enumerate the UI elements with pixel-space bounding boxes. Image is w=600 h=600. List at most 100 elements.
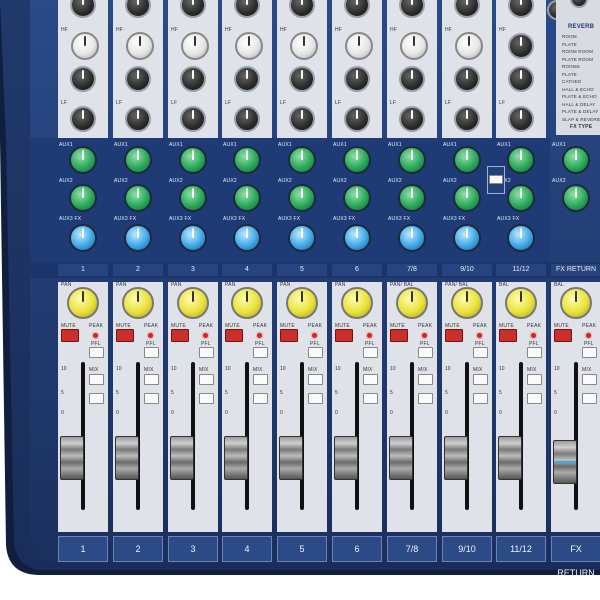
pan-knob[interactable] [505, 287, 537, 319]
mid-freq-knob[interactable] [181, 32, 209, 60]
pan-knob[interactable] [122, 287, 154, 319]
aux2-knob[interactable] [507, 184, 535, 212]
mid-freq-knob[interactable] [400, 32, 428, 60]
mute-button[interactable] [171, 329, 189, 342]
pan-knob[interactable] [177, 287, 209, 319]
pfl-button[interactable] [308, 347, 323, 358]
channel-fader[interactable] [389, 436, 413, 480]
mute-button[interactable] [554, 329, 572, 342]
mute-button[interactable] [225, 329, 243, 342]
aux1-knob[interactable] [233, 146, 261, 174]
aux1-knob[interactable] [179, 146, 207, 174]
mid-knob[interactable] [454, 66, 480, 92]
mute-button[interactable] [390, 329, 408, 342]
mute-button[interactable] [280, 329, 298, 342]
mix-button[interactable] [527, 374, 542, 385]
lf-knob[interactable] [125, 106, 151, 132]
mix-button[interactable] [363, 374, 378, 385]
lf-knob[interactable] [234, 106, 260, 132]
mute-button[interactable] [116, 329, 134, 342]
pfl-button[interactable] [582, 347, 597, 358]
pfl-button[interactable] [199, 347, 214, 358]
aux1-knob[interactable] [398, 146, 426, 174]
mid-knob[interactable] [289, 66, 315, 92]
mid-freq-knob[interactable] [290, 32, 318, 60]
mix-button[interactable] [89, 374, 104, 385]
mix-button[interactable] [144, 374, 159, 385]
pan-knob[interactable] [396, 287, 428, 319]
mid-knob[interactable] [70, 66, 96, 92]
aux2-knob[interactable] [124, 184, 152, 212]
mix-button[interactable] [582, 374, 597, 385]
subgroup-button[interactable] [418, 393, 433, 404]
mid-knob[interactable] [399, 66, 425, 92]
aux2-knob[interactable] [562, 184, 590, 212]
aux3-fx-knob[interactable] [288, 224, 316, 252]
mid-knob[interactable] [508, 66, 534, 92]
mid-freq-knob[interactable] [126, 32, 154, 60]
pfl-button[interactable] [363, 347, 378, 358]
channel-fader[interactable] [498, 436, 522, 480]
aux2-knob[interactable] [453, 184, 481, 212]
aux3-fx-knob[interactable] [507, 224, 535, 252]
aux1-knob[interactable] [507, 146, 535, 174]
mid-freq-knob[interactable] [71, 32, 99, 60]
lf-knob[interactable] [344, 106, 370, 132]
channel-fader[interactable] [279, 436, 303, 480]
pan-knob[interactable] [286, 287, 318, 319]
pan-knob[interactable] [341, 287, 373, 319]
mid-knob[interactable] [234, 66, 260, 92]
pfl-button[interactable] [253, 347, 268, 358]
channel-fader[interactable] [115, 436, 139, 480]
routing-button[interactable] [489, 175, 503, 184]
pfl-button[interactable] [473, 347, 488, 358]
aux2-knob[interactable] [179, 184, 207, 212]
aux2-knob[interactable] [233, 184, 261, 212]
subgroup-button[interactable] [199, 393, 214, 404]
mute-button[interactable] [445, 329, 463, 342]
mix-button[interactable] [253, 374, 268, 385]
mid-freq-knob[interactable] [235, 32, 263, 60]
aux1-knob[interactable] [69, 146, 97, 174]
subgroup-button[interactable] [144, 393, 159, 404]
lf-knob[interactable] [70, 106, 96, 132]
mute-button[interactable] [61, 329, 79, 342]
subgroup-button[interactable] [582, 393, 597, 404]
subgroup-button[interactable] [308, 393, 323, 404]
aux3-fx-knob[interactable] [398, 224, 426, 252]
lf-knob[interactable] [454, 106, 480, 132]
mid-freq-knob[interactable] [455, 32, 483, 60]
aux3-fx-knob[interactable] [124, 224, 152, 252]
fx-type-knob[interactable] [570, 0, 588, 8]
pan-knob[interactable] [231, 287, 263, 319]
mute-button[interactable] [335, 329, 353, 342]
mix-button[interactable] [473, 374, 488, 385]
mid-knob[interactable] [344, 66, 370, 92]
lf-knob[interactable] [399, 106, 425, 132]
aux2-knob[interactable] [343, 184, 371, 212]
lf-knob[interactable] [289, 106, 315, 132]
channel-fader[interactable] [60, 436, 84, 480]
aux3-fx-knob[interactable] [453, 224, 481, 252]
subgroup-button[interactable] [89, 393, 104, 404]
subgroup-button[interactable] [527, 393, 542, 404]
lf-knob[interactable] [508, 106, 534, 132]
mid-knob[interactable] [125, 66, 151, 92]
aux3-fx-knob[interactable] [233, 224, 261, 252]
mix-button[interactable] [418, 374, 433, 385]
aux2-knob[interactable] [69, 184, 97, 212]
channel-fader[interactable] [444, 436, 468, 480]
aux3-fx-knob[interactable] [69, 224, 97, 252]
channel-fader[interactable] [224, 436, 248, 480]
mix-button[interactable] [308, 374, 323, 385]
aux1-knob[interactable] [453, 146, 481, 174]
channel-fader[interactable] [170, 436, 194, 480]
pfl-button[interactable] [144, 347, 159, 358]
subgroup-button[interactable] [473, 393, 488, 404]
channel-fader[interactable] [334, 436, 358, 480]
pfl-button[interactable] [418, 347, 433, 358]
aux1-knob[interactable] [343, 146, 371, 174]
pfl-button[interactable] [527, 347, 542, 358]
hf-knob[interactable] [508, 33, 534, 59]
aux2-knob[interactable] [288, 184, 316, 212]
